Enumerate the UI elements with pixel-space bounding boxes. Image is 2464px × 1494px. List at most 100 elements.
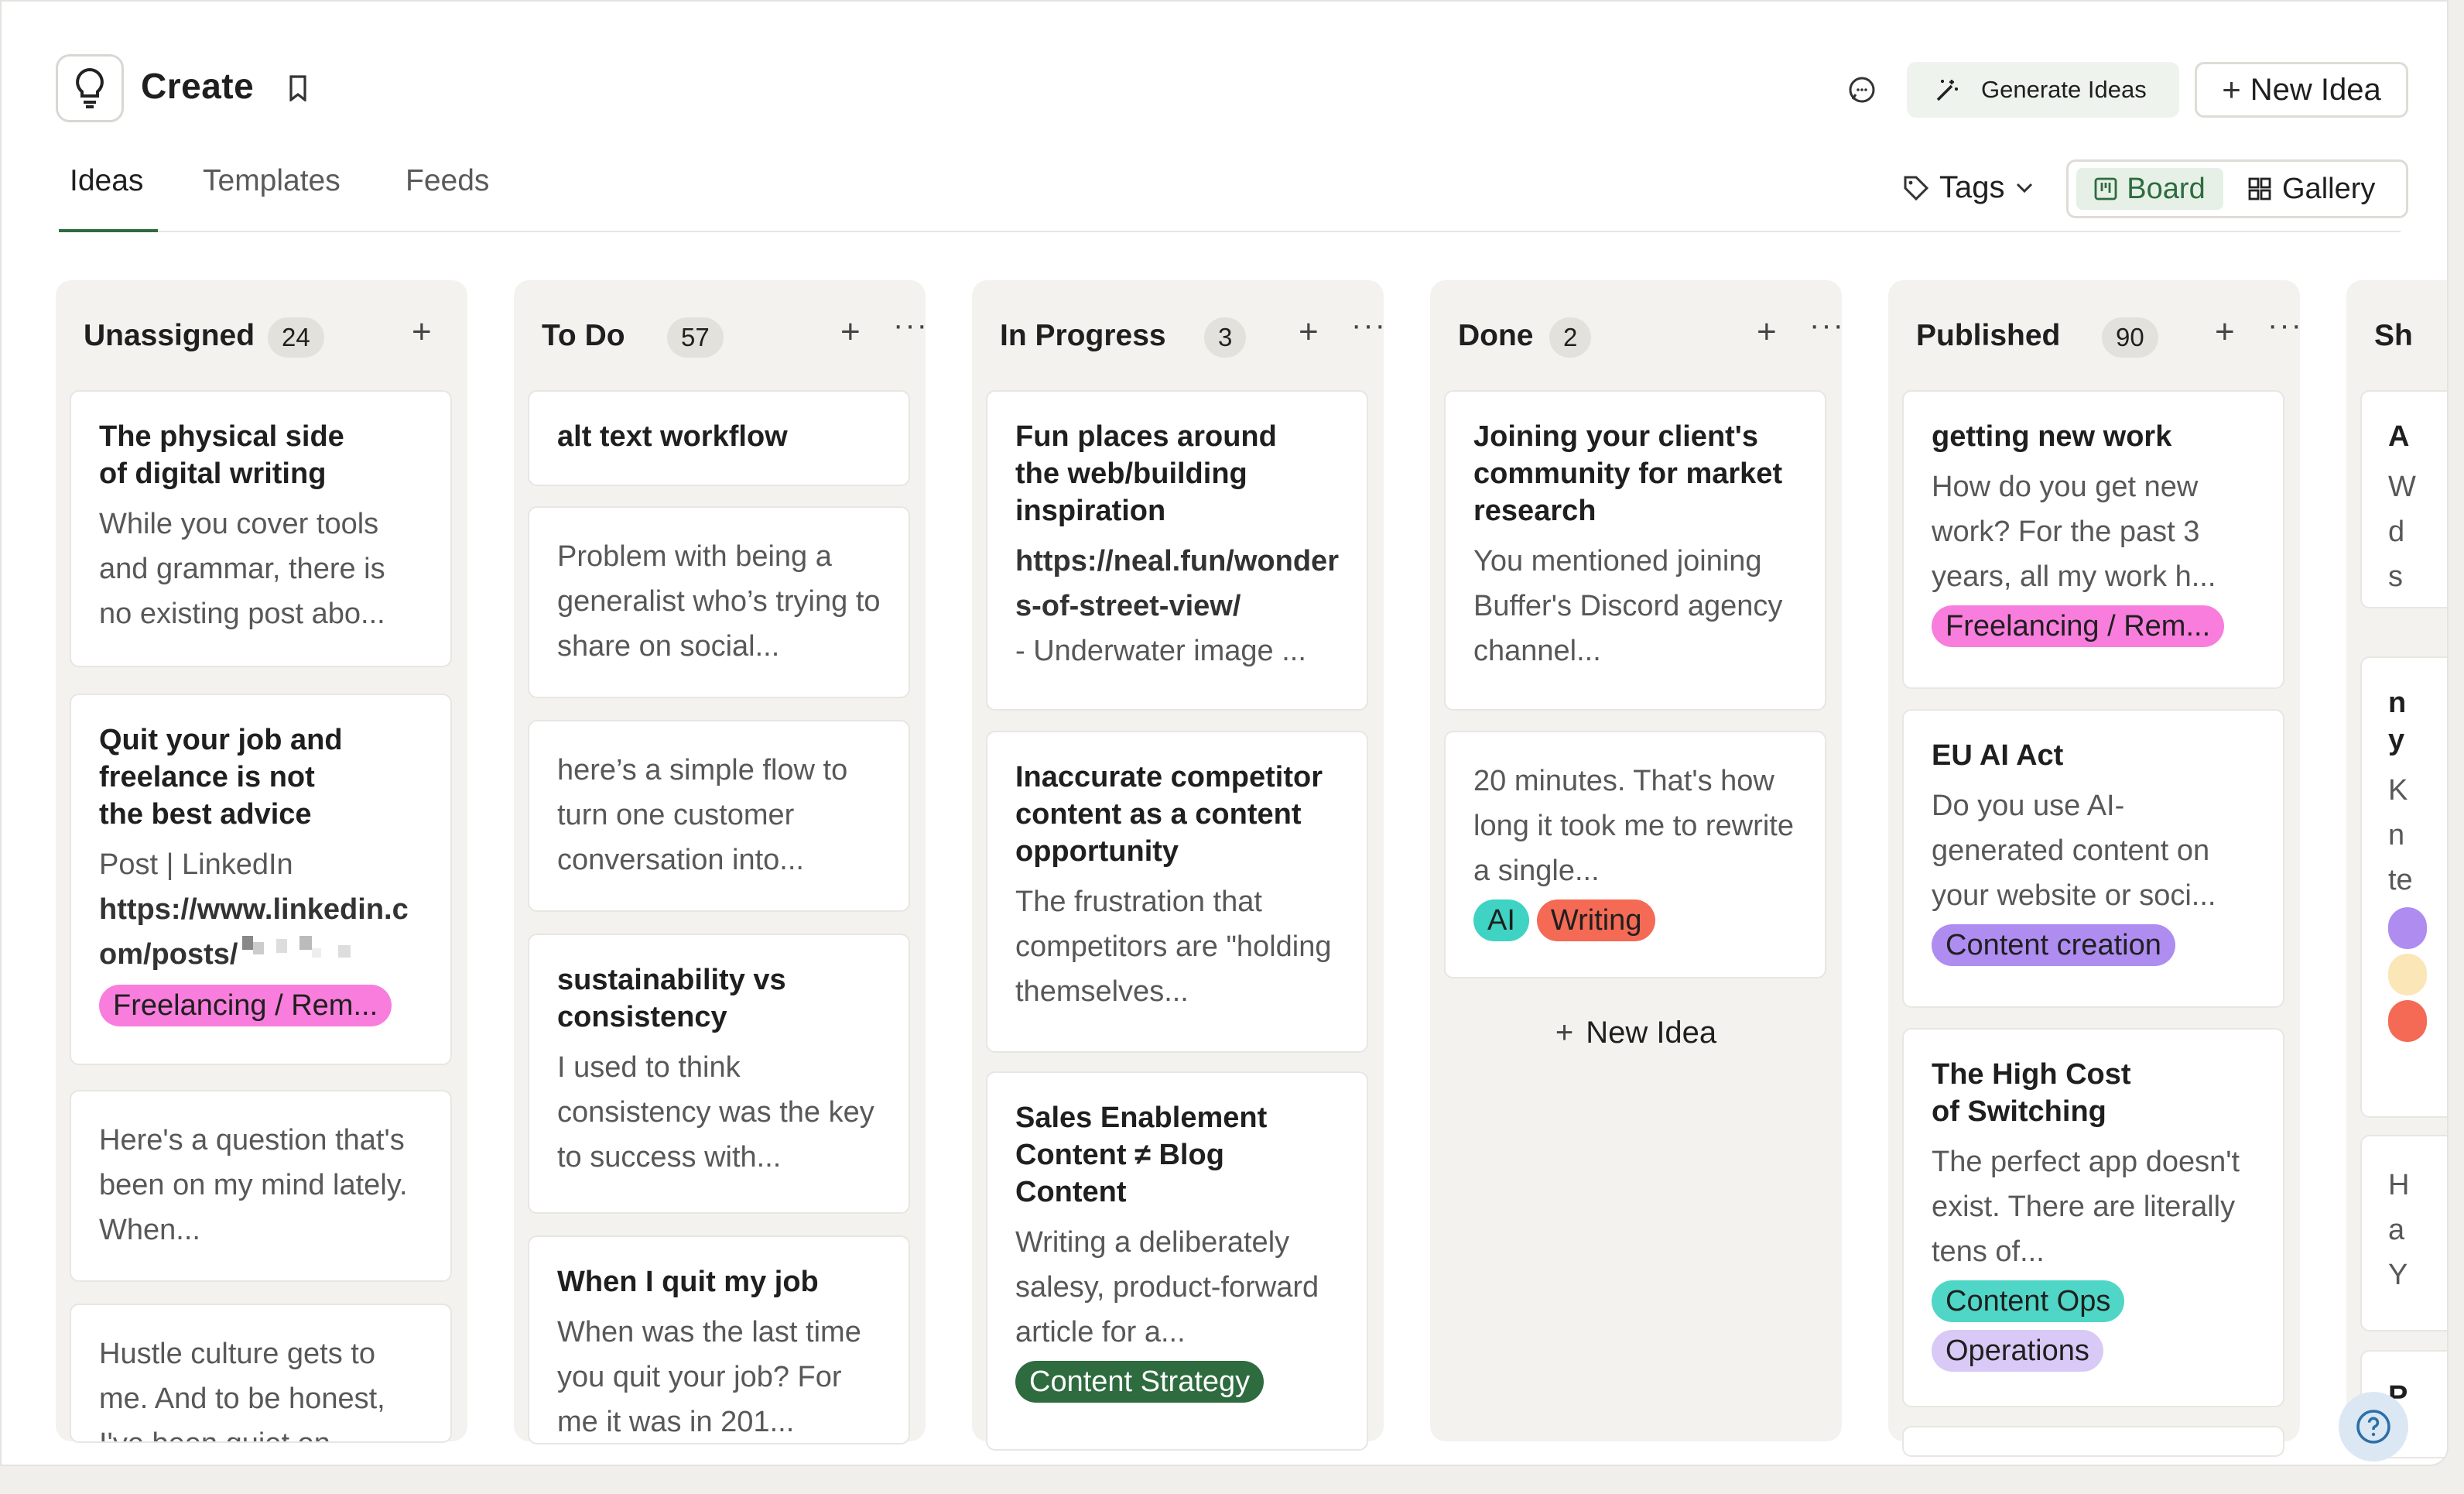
column-count-badge: 3: [1204, 317, 1247, 358]
idea-card[interactable]: EU AI Act Do you use AI-generated conten…: [1902, 709, 2284, 1008]
column-count-badge: 57: [667, 317, 724, 358]
idea-card[interactable]: A W d s: [2360, 390, 2447, 608]
column-header: In Progress 3 + ···: [1000, 308, 1385, 365]
card-preview: You mentioned joining Buffer's Discord a…: [1473, 545, 1783, 667]
column-title: Unassigned: [84, 319, 255, 352]
idea-card[interactable]: The physical side of digital writing Whi…: [70, 390, 452, 667]
column-to-do: To Do 57 + ··· alt text workflow Problem…: [514, 280, 927, 1444]
card-preview: Do you use AI-generated content on your …: [1932, 790, 2216, 912]
idea-card[interactable]: Quit your job and freelance is not the b…: [70, 694, 452, 1065]
tag-operations[interactable]: Operations: [1932, 1330, 2103, 1372]
help-icon: [2356, 1410, 2390, 1444]
bookmark-icon[interactable]: [286, 75, 310, 105]
column-header: Unassigned 24 +: [84, 313, 444, 365]
add-card-button[interactable]: +: [1299, 313, 1319, 351]
add-card-button[interactable]: +: [412, 313, 432, 351]
tag-freelancing[interactable]: Freelancing / Rem...: [99, 984, 392, 1026]
card-preview: here’s a simple flow to turn one custome…: [557, 754, 848, 876]
card-preview: Hustle culture gets to me. And to be hon…: [99, 1338, 385, 1441]
idea-card[interactable]: Hustle culture gets to me. And to be hon…: [70, 1304, 452, 1443]
tag-list: Freelancing / Rem...: [1932, 605, 2255, 647]
column-menu-button[interactable]: ···: [1351, 308, 1387, 343]
board-view-button[interactable]: Board: [2076, 168, 2223, 210]
plus-icon: +: [1555, 1016, 1574, 1050]
idea-card[interactable]: here’s a simple flow to turn one custome…: [528, 720, 910, 912]
tag-content-ops[interactable]: Content Ops: [1932, 1280, 2125, 1322]
card-preview: Problem with being a generalist who’s tr…: [557, 540, 881, 663]
idea-card[interactable]: The High Cost of Switching The perfect a…: [1902, 1028, 2284, 1407]
tag-content-strategy[interactable]: Content Strategy: [1015, 1361, 1265, 1403]
card-title: The physical side of digital writing: [99, 420, 344, 490]
column-done: Done 2 + ··· Joining your client's commu…: [1430, 280, 1845, 1441]
idea-card[interactable]: Sales Enablement Content ≠ Blog Content …: [986, 1071, 1368, 1451]
card-preview: How do you get new work? For the past 3 …: [1932, 471, 2216, 593]
tag-content-creation[interactable]: Content creation: [1932, 924, 2175, 966]
idea-card[interactable]: [1902, 1426, 2284, 1457]
lightbulb-icon: [56, 54, 124, 122]
idea-card[interactable]: Joining your client's community for mark…: [1444, 390, 1826, 711]
column-in-progress: In Progress 3 + ··· Fun places around th…: [972, 280, 1385, 1451]
idea-card[interactable]: Fun places around the web/building inspi…: [986, 390, 1368, 711]
active-tab-indicator: [59, 229, 158, 232]
idea-card[interactable]: n y K n te: [2360, 656, 2447, 1118]
card-title: n y: [2388, 687, 2407, 756]
tag-chip[interactable]: [2388, 954, 2427, 995]
add-card-button[interactable]: +: [840, 313, 861, 351]
card-preview: https://neal.fun/wonders-of-street-view/…: [1015, 539, 1339, 673]
card-title: When I quit my job: [557, 1266, 819, 1298]
tab-feeds[interactable]: Feeds: [406, 164, 489, 198]
idea-card[interactable]: When I quit my job When was the last tim…: [528, 1235, 910, 1444]
idea-card[interactable]: Inaccurate competitor content as a conte…: [986, 731, 1368, 1053]
column-header: Sh: [2374, 319, 2447, 365]
column-title: To Do: [542, 319, 625, 352]
idea-card[interactable]: Here's a question that's been on my mind…: [70, 1090, 452, 1282]
tag-chip[interactable]: [2388, 907, 2427, 949]
idea-card[interactable]: getting new work How do you get new work…: [1902, 390, 2284, 689]
add-card-button[interactable]: +: [1757, 313, 1777, 351]
column-menu-button[interactable]: ···: [2267, 308, 2303, 343]
tags-filter-button[interactable]: Tags: [1902, 170, 2033, 205]
idea-card[interactable]: Problem with being a generalist who’s tr…: [528, 506, 910, 698]
column-new-idea-button[interactable]: + New Idea: [1430, 1016, 1842, 1050]
column-header: To Do 57 + ···: [542, 308, 927, 365]
tag-writing[interactable]: Writing: [1536, 899, 1656, 941]
help-button[interactable]: [2339, 1392, 2408, 1461]
column-menu-button[interactable]: ···: [893, 308, 929, 343]
magic-wand-icon: [1936, 80, 1958, 101]
board-icon: [2094, 177, 2117, 200]
idea-card[interactable]: alt text workflow: [528, 390, 910, 486]
card-link[interactable]: https://neal.fun/wonders-of-street-view/: [1015, 545, 1339, 622]
card-preview: K n te: [2388, 774, 2413, 896]
idea-card[interactable]: sustainability vs consistency I used to …: [528, 934, 910, 1214]
page-title: Create: [141, 66, 255, 106]
tab-templates[interactable]: Templates: [203, 164, 341, 198]
tag-chip[interactable]: [2388, 1000, 2427, 1042]
new-idea-button[interactable]: + New Idea: [2195, 62, 2408, 118]
card-preview: H a Y: [2388, 1169, 2410, 1291]
gallery-label: Gallery: [2282, 172, 2376, 205]
chat-icon[interactable]: [1848, 76, 1876, 108]
column-menu-button[interactable]: ···: [1809, 308, 1845, 343]
tab-ideas[interactable]: Ideas: [70, 164, 143, 198]
tag-ai[interactable]: AI: [1473, 899, 1529, 941]
idea-card[interactable]: H a Y: [2360, 1135, 2447, 1331]
chevron-down-icon: [2016, 183, 2032, 193]
gallery-view-button[interactable]: Gallery: [2248, 168, 2375, 210]
generate-ideas-button[interactable]: Generate Ideas: [1907, 62, 2179, 118]
idea-card[interactable]: 20 minutes. That's how long it took me t…: [1444, 731, 1826, 978]
tag-list: Content Strategy: [1015, 1361, 1339, 1403]
tag-freelancing[interactable]: Freelancing / Rem...: [1932, 605, 2225, 647]
tag-list: AI Writing: [1473, 899, 1797, 941]
redacted-text: [238, 934, 377, 978]
tag-list: Freelancing / Rem...: [99, 984, 423, 1026]
card-title: Fun places around the web/building inspi…: [1015, 420, 1277, 527]
card-title: Sales Enablement Content ≠ Blog Content: [1015, 1102, 1268, 1208]
card-title: EU AI Act: [1932, 739, 2064, 772]
card-title: sustainability vs consistency: [557, 964, 786, 1033]
tabs-divider: [59, 231, 2401, 232]
new-idea-label: New Idea: [1586, 1016, 1717, 1050]
add-card-button[interactable]: +: [2215, 313, 2235, 351]
card-title: Joining your client's community for mark…: [1473, 420, 1783, 527]
card-title: Quit your job and freelance is not the b…: [99, 724, 343, 831]
header: Create Generate Ideas + New Idea: [2, 2, 2447, 141]
